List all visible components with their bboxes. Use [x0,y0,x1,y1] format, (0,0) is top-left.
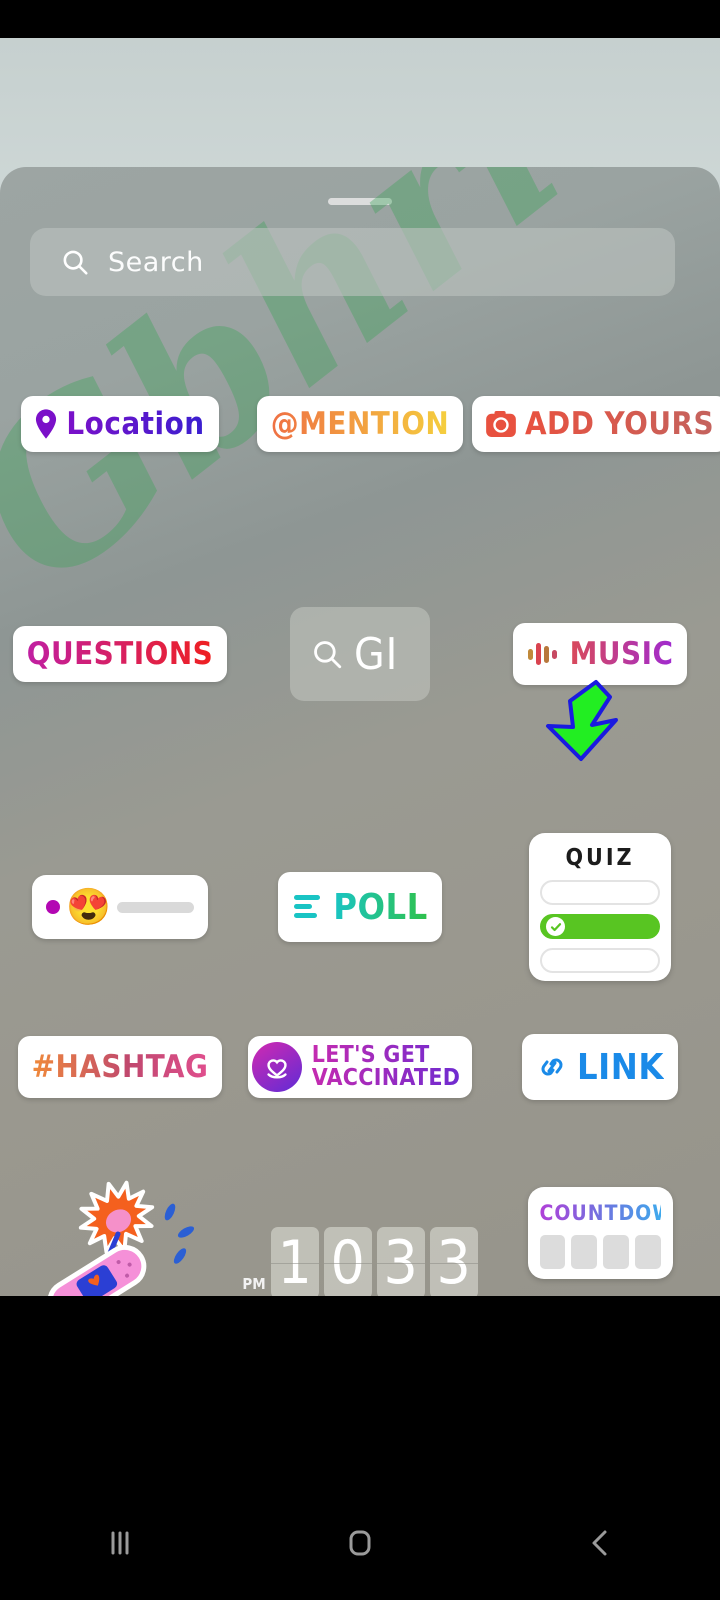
clock-digit: 3 [429,1227,478,1296]
sticker-hashtag[interactable]: #HASHTAG [17,1036,223,1098]
search-input[interactable]: Search [30,228,675,296]
check-icon [546,917,565,936]
sticker-row-4: #HASHTAG LET'S GET VACCINATED LINK [0,1022,720,1112]
clock-digit: 3 [376,1227,425,1296]
sheet-drag-handle[interactable] [328,198,392,205]
sticker-music[interactable]: MUSIC [512,623,688,685]
sticker-cell: COUNTDOWN [480,1172,720,1279]
home-icon [340,1523,380,1568]
search-placeholder: Search [108,246,204,278]
flower-bandage-sticker[interactable] [40,1172,200,1296]
sticker-gif[interactable]: GI [290,607,430,701]
sticker-cell: @MENTION [240,389,480,459]
sticker-vaccinated[interactable]: LET'S GET VACCINATED [247,1036,473,1098]
clock-digit: 1 [270,1227,319,1296]
sticker-cell: PM 1 0 3 3 [240,1172,480,1296]
sticker-link[interactable]: LINK [522,1034,678,1100]
sticker-cell: QUESTIONS [0,626,240,682]
sticker-cell [0,1172,240,1296]
countdown-box [603,1235,629,1269]
search-icon [310,637,344,671]
sticker-cell: QUIZ [480,833,720,981]
slider-track[interactable] [116,901,194,913]
sticker-clock[interactable]: PM 1 0 3 3 [242,1227,478,1296]
sticker-label: MUSIC [569,636,674,672]
sticker-cell: #HASHTAG [0,1036,240,1098]
countdown-boxes [539,1235,661,1269]
sticker-cell: LINK [480,1034,720,1100]
sticker-label: QUESTIONS [26,636,214,672]
sticker-row-1: Location @MENTION ADD YOURS [0,389,720,459]
sticker-label-line1: LET'S GET [312,1043,461,1067]
heart-badge-icon [251,1042,302,1092]
countdown-box [634,1235,661,1269]
sticker-cell: Location [0,389,240,459]
back-icon [580,1523,620,1568]
sticker-add-yours[interactable]: ADD YOURS [471,396,720,452]
music-bars-icon [527,640,561,668]
sticker-label: LINK [577,1046,664,1088]
camera-icon [486,411,516,437]
recents-icon [100,1523,140,1568]
back-button[interactable] [540,1510,660,1580]
quiz-option[interactable] [540,948,660,973]
sticker-cell: POLL [240,872,480,942]
sticker-poll[interactable]: POLL [278,872,442,942]
slider-start-dot [46,900,60,914]
sticker-label: #HASHTAG [31,1049,209,1085]
home-button[interactable] [300,1510,420,1580]
sticker-label: POLL [333,886,428,928]
sticker-cell: ADD YOURS [471,389,720,459]
sticker-row-3: 😍 POLL QUIZ [0,827,720,987]
sticker-questions[interactable]: QUESTIONS [12,626,228,682]
search-icon [60,247,90,277]
sticker-label: Location [66,406,205,442]
link-chain-icon [536,1052,568,1082]
slider-emoji: 😍 [66,886,111,927]
sticker-label: ADD YOURS [524,406,715,442]
quiz-title: QUIZ [565,845,635,871]
quiz-option-correct[interactable] [540,914,660,939]
sticker-label-line2: VACCINATED [311,1065,461,1091]
green-down-arrow-icon [546,680,618,761]
sticker-label: @MENTION [270,406,450,442]
sticker-countdown[interactable]: COUNTDOWN [527,1187,691,1279]
countdown-box [571,1235,597,1269]
sticker-cell: LET'S GET VACCINATED [240,1036,480,1098]
sticker-cell: GI [240,607,480,701]
poll-bars-icon [292,892,324,922]
countdown-box [539,1235,566,1269]
sticker-location[interactable]: Location [21,396,219,452]
quiz-option[interactable] [540,880,660,905]
recents-button[interactable] [60,1510,180,1580]
sticker-cell: MUSIC [480,623,720,685]
sticker-row-5: PM 1 0 3 3 COUNTDOWN [0,1172,720,1296]
sticker-emoji-slider[interactable]: 😍 [32,875,208,939]
countdown-title: COUNTDOWN [539,1201,691,1225]
sticker-label: GI [354,628,399,680]
clock-meridiem: PM [242,1275,266,1293]
clock-digit: 0 [323,1227,372,1296]
sticker-quiz[interactable]: QUIZ [529,833,671,981]
map-pin-icon [35,409,57,439]
sticker-mention[interactable]: @MENTION [256,396,464,452]
android-navigation-bar [0,1490,720,1600]
phone-screen: Gbhri.com Search Locat [0,0,720,1600]
sticker-cell: 😍 [0,875,240,939]
sticker-tray-sheet: Gbhri.com Search Locat [0,167,720,1296]
